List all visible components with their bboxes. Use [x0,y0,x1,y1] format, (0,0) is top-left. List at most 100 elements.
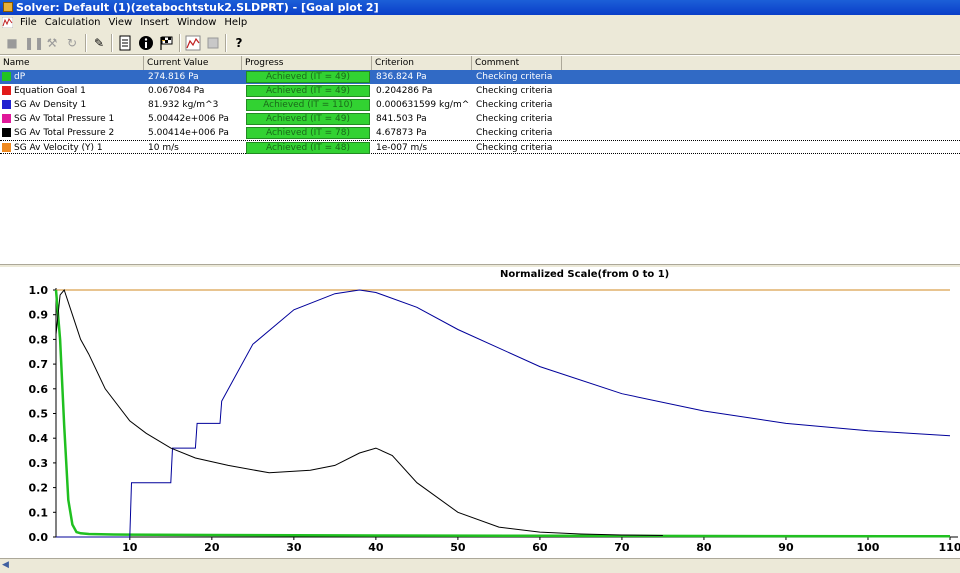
goal-current-value: 5.00442e+006 Pa [148,114,229,124]
menu-file[interactable]: File [16,15,41,31]
goal-progress-bar: Achieved (IT = 49) [246,85,370,97]
toolbar: ■ ❚❚ ⚒ ↻ ✎ ? [0,31,960,55]
goal-comment: Checking criteria [476,86,553,96]
table-row[interactable]: SG Av Velocity (Y) 1 10 m/s Achieved (IT… [0,140,960,154]
goal-criterion: 0.000631599 kg/m^3 [376,100,470,110]
toolbar-separator [179,34,181,52]
goal-color-swatch [2,143,11,152]
x-tick-label: 10 [122,541,138,554]
x-tick-label: 20 [204,541,220,554]
goal-color-swatch [2,72,11,81]
goal-name: SG Av Total Pressure 2 [14,128,115,138]
x-tick-label: 40 [368,541,384,554]
goal-current-value: 5.00414e+006 Pa [148,128,229,138]
goal-plot-chart: 0.0 0.1 0.2 0.3 0.4 0.5 0.6 0.7 0.8 0.9 1.0 10 20 30 4… [29,284,960,554]
x-tick-label: 80 [696,541,712,554]
goals-table: dP 274.816 Pa Achieved (IT = 49) 836.824… [0,70,960,266]
pin-icon[interactable]: ✎ [91,35,107,51]
x-tick-label: 70 [614,541,630,554]
column-header-current-value[interactable]: Current Value [144,56,242,70]
menu-window[interactable]: Window [173,15,220,31]
x-tick-label: 50 [450,541,466,554]
y-tick-label: 0.5 [29,408,49,421]
window-titlebar[interactable]: Solver: Default (1)(zetabochtstuk2.SLDPR… [0,0,960,15]
goal-criterion: 1e-007 m/s [376,143,428,153]
goal-criterion: 4.67873 Pa [376,128,427,138]
series-line-1 [54,289,951,538]
menu-help[interactable]: Help [220,15,251,31]
scroll-left-arrow-icon[interactable]: ◀ [2,560,9,570]
goal-progress-bar: Achieved (IT = 49) [246,113,370,125]
x-tick-label: 90 [778,541,794,554]
column-header-criterion[interactable]: Criterion [372,56,472,70]
y-tick-label: 0.4 [29,432,49,445]
y-tick-label: 0.3 [29,457,49,470]
x-tick-label: 110 [939,541,960,554]
goals-flag-icon[interactable] [158,35,174,51]
y-tick-label: 0.9 [29,309,49,322]
menu-calculation[interactable]: Calculation [41,15,105,31]
horizontal-scrollbar[interactable]: ◀ [0,558,960,573]
goal-progress-bar: Achieved (IT = 48) [246,142,370,154]
menu-bar: File Calculation View Insert Window Help [0,15,960,31]
toolbar-separator [85,34,87,52]
preview-icon[interactable] [205,35,221,51]
goal-current-value: 81.932 kg/m^3 [148,100,219,110]
x-tick-label: 30 [286,541,302,554]
series-line-2 [56,289,951,538]
table-row[interactable]: Equation Goal 1 0.067084 Pa Achieved (IT… [0,84,960,98]
goal-progress-bar: Achieved (IT = 49) [246,71,370,83]
menu-view[interactable]: View [105,15,137,31]
goal-color-swatch [2,114,11,123]
table-row[interactable]: SG Av Density 1 81.932 kg/m^3 Achieved (… [0,98,960,112]
x-tick-label: 100 [856,541,879,554]
y-tick-label: 1.0 [29,284,49,297]
goal-plot-window-icon[interactable] [2,17,13,28]
solver-app-icon [3,2,13,12]
table-row[interactable]: dP 274.816 Pa Achieved (IT = 49) 836.824… [0,70,960,84]
y-tick-label: 0.0 [29,531,49,544]
goal-plot-panel: Normalized Scale(from 0 to 1) 0.0 0.1 0.2 0… [0,267,960,560]
goal-name: Equation Goal 1 [14,86,86,96]
goal-current-value: 0.067084 Pa [148,86,205,96]
refresh-icon[interactable]: ↻ [64,35,80,51]
table-row[interactable]: SG Av Total Pressure 1 5.00442e+006 Pa A… [0,112,960,126]
goal-comment: Checking criteria [476,114,553,124]
stop-icon[interactable]: ■ [4,35,20,51]
goal-name: dP [14,72,26,82]
goal-plot-icon[interactable] [185,35,201,51]
goal-progress-bar: Achieved (IT = 78) [246,127,370,139]
menu-insert[interactable]: Insert [136,15,173,31]
column-header-comment[interactable]: Comment [472,56,562,70]
column-header-progress[interactable]: Progress [242,56,372,70]
toolbar-separator [225,34,227,52]
goal-color-swatch [2,86,11,95]
series-line-3 [55,288,663,536]
goal-comment: Checking criteria [476,72,553,82]
table-row[interactable]: SG Av Total Pressure 2 5.00414e+006 Pa A… [0,126,960,140]
x-tick-label: 60 [532,541,548,554]
help-icon[interactable]: ? [231,35,247,51]
goal-color-swatch [2,128,11,137]
goal-criterion: 0.204286 Pa [376,86,433,96]
goal-name: SG Av Total Pressure 1 [14,114,115,124]
log-icon[interactable] [117,35,133,51]
goal-progress-bar: Achieved (IT = 110) [246,99,370,111]
pause-icon[interactable]: ❚❚ [24,35,44,51]
goal-comment: Checking criteria [476,143,553,153]
goal-name: SG Av Velocity (Y) 1 [14,143,103,153]
info-icon[interactable] [138,35,154,51]
y-tick-label: 0.6 [29,383,49,396]
wrench-icon[interactable]: ⚒ [44,35,60,51]
goal-comment: Checking criteria [476,100,553,110]
y-tick-label: 0.8 [29,333,49,346]
goal-current-value: 274.816 Pa [148,72,199,82]
column-header-name[interactable]: Name [0,56,144,70]
y-tick-label: 0.7 [29,358,49,371]
goal-name: SG Av Density 1 [14,100,87,110]
y-tick-label: 0.1 [29,506,49,519]
window-title: Solver: Default (1)(zetabochtstuk2.SLDPR… [16,1,379,14]
goal-current-value: 10 m/s [148,143,179,153]
y-tick-label: 0.2 [29,482,49,495]
goal-criterion: 841.503 Pa [376,114,427,124]
